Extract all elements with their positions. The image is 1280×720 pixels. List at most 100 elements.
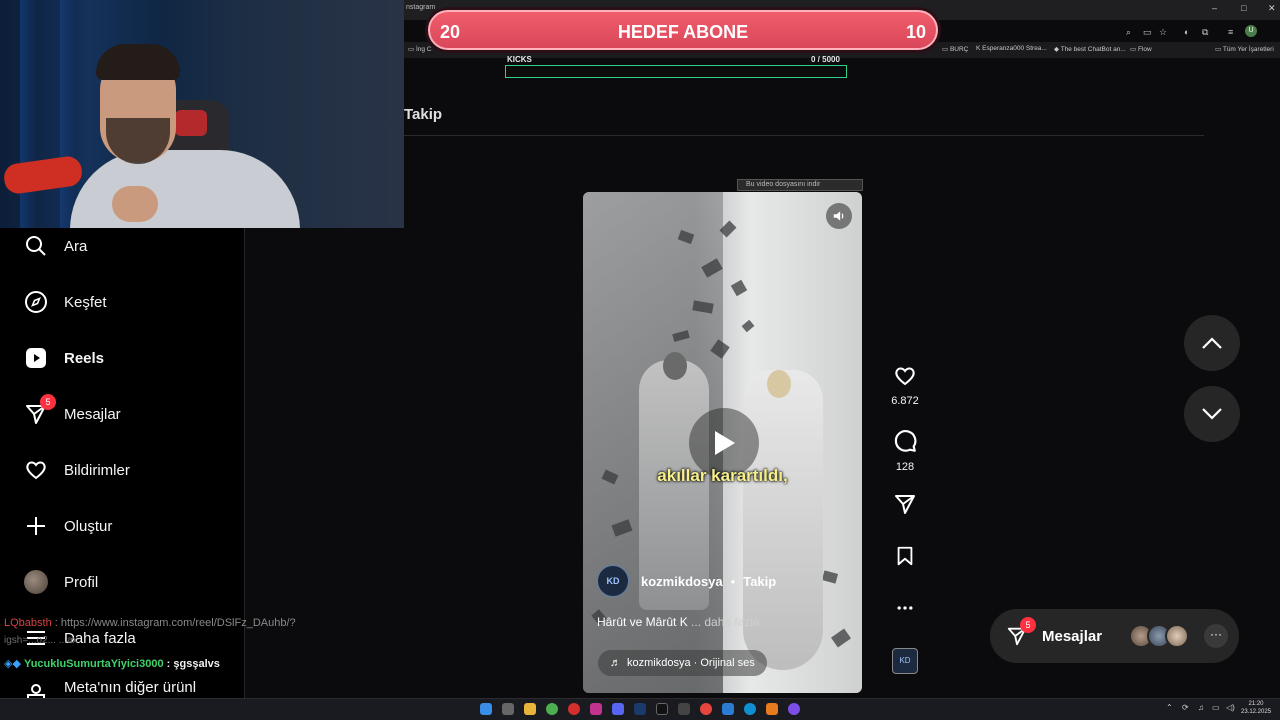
sidebar-item-notifications[interactable]: Bildirimler bbox=[22, 455, 130, 485]
chevron-up-icon[interactable]: ⌃ bbox=[1166, 703, 1173, 712]
sidebar-item-meta[interactable]: Meta'nın diğer ürünl bbox=[22, 679, 196, 699]
edge-icon[interactable] bbox=[744, 703, 756, 715]
discord-icon[interactable] bbox=[612, 703, 624, 715]
folder-icon[interactable] bbox=[524, 703, 536, 715]
bookmark-link[interactable]: ▭ Flow bbox=[1130, 45, 1152, 53]
more-options-icon[interactable] bbox=[888, 598, 922, 623]
more-link[interactable]: ... daha fazla bbox=[691, 615, 760, 629]
sidebar-item-profile[interactable]: Profil bbox=[22, 567, 98, 597]
messages-label: Mesajlar bbox=[1042, 627, 1103, 645]
bookmark-folder[interactable]: ▭ BURÇ bbox=[942, 45, 968, 53]
network-icon[interactable]: ▭ bbox=[1212, 703, 1220, 712]
chat-line: LQbabsth : https://www.instagram.com/ree… bbox=[4, 617, 296, 629]
follow-tab[interactable]: Takip bbox=[404, 106, 442, 123]
author-name[interactable]: kozmikdosya bbox=[641, 574, 723, 589]
bookmark-icon[interactable] bbox=[888, 544, 922, 573]
instagram-icon[interactable] bbox=[590, 703, 602, 715]
tiktok-icon[interactable] bbox=[656, 703, 668, 715]
bookmark-label: Flow bbox=[1137, 46, 1152, 53]
dock-avatars bbox=[1129, 624, 1189, 648]
app-icon[interactable] bbox=[678, 703, 690, 715]
sidebar-item-label: Profil bbox=[64, 573, 99, 591]
kicks-count: 0 / 5000 bbox=[811, 55, 840, 64]
heart-icon[interactable] bbox=[888, 364, 922, 393]
messenger-icon: 5 bbox=[22, 394, 56, 428]
share-icon[interactable] bbox=[888, 492, 922, 521]
messages-dock[interactable]: 5 Mesajlar ··· bbox=[990, 609, 1239, 663]
chat-line: ◈◆ YucukluSumurtaYiyici3000 : şgsşalvs bbox=[4, 658, 220, 670]
clock[interactable]: 21:20 23.12.2025 bbox=[1241, 700, 1271, 716]
plus-icon bbox=[22, 512, 50, 540]
obs-icon[interactable] bbox=[788, 703, 800, 715]
follow-button[interactable]: Takip bbox=[743, 574, 776, 589]
sidebar-item-explore[interactable]: Keşfet bbox=[22, 287, 107, 317]
chat-line-continuation: igsh=...o2... ...ax bbox=[4, 635, 78, 646]
sidebar-item-search[interactable]: Ara bbox=[22, 231, 87, 261]
sidebar-item-label: Mesajlar bbox=[64, 405, 121, 423]
volume-icon[interactable] bbox=[826, 203, 852, 229]
minimize-icon[interactable]: – bbox=[1212, 3, 1217, 13]
app-icon[interactable] bbox=[766, 703, 778, 715]
cast-icon[interactable]: ▭ bbox=[1143, 27, 1152, 38]
bookmark-label: Esperanza000 Strea... bbox=[982, 45, 1047, 52]
search-icon bbox=[22, 232, 50, 260]
like-action[interactable]: 6.872 bbox=[888, 364, 922, 407]
zoom-icon[interactable]: ⌕ bbox=[1126, 27, 1131, 38]
audio-pill[interactable]: ♬ kozmikdosya · Orijinal ses bbox=[598, 650, 767, 676]
audio-thumbnail[interactable]: KD bbox=[892, 648, 918, 674]
star-icon[interactable]: ☆ bbox=[1159, 27, 1167, 38]
app-icon[interactable] bbox=[546, 703, 558, 715]
sidebar-item-reels[interactable]: Reels bbox=[22, 343, 104, 373]
video-caption: akıllar karartıldı, bbox=[657, 466, 788, 485]
notification-badge: 5 bbox=[40, 394, 56, 410]
screen: nstagram – □ ✕ ⌕ ▭ ☆ ◐ ⧉ ≡ U ▭ İng C ▭ B… bbox=[0, 0, 1280, 720]
volume-icon[interactable]: ◁) bbox=[1226, 703, 1235, 712]
avatar bbox=[24, 570, 48, 594]
chat-message: : şgsşalvs bbox=[166, 658, 220, 670]
more-icon[interactable]: ··· bbox=[1204, 624, 1228, 648]
reels-icon bbox=[22, 344, 50, 372]
like-count: 6.872 bbox=[891, 395, 919, 407]
word-icon[interactable] bbox=[722, 703, 734, 715]
comment-icon[interactable] bbox=[888, 428, 922, 459]
music-note-icon: ♬ bbox=[610, 657, 621, 669]
notification-badge: 5 bbox=[1020, 617, 1036, 633]
bookmark-link[interactable]: ◆ The best ChatBot an... bbox=[1054, 45, 1126, 53]
extension-icon[interactable]: ◐ bbox=[1184, 27, 1189, 37]
start-icon[interactable] bbox=[480, 703, 492, 715]
reel-description[interactable]: Hârût ve Mârût K ... daha fazla bbox=[597, 615, 760, 629]
photoshop-icon[interactable] bbox=[634, 703, 646, 715]
download-video-bar[interactable]: Bu video dosyasını indir bbox=[737, 179, 863, 191]
chevron-down-icon[interactable] bbox=[1184, 386, 1240, 442]
bookmark-folder[interactable]: ▭ Tüm Yer İşaretleri bbox=[1215, 45, 1274, 53]
sidebar-item-label: Reels bbox=[64, 349, 105, 367]
sidebar-item-label: Ara bbox=[64, 237, 88, 255]
opera-icon[interactable] bbox=[568, 703, 580, 715]
sidebar-item-messages[interactable]: 5 Mesajlar bbox=[22, 394, 121, 429]
sidebar-item-label: Meta'nın diğer ürünl bbox=[64, 679, 197, 696]
bookmark-folder[interactable]: ▭ İng C bbox=[408, 45, 432, 53]
comment-action[interactable]: 128 bbox=[888, 428, 922, 473]
clock-time: 21:20 bbox=[1248, 701, 1264, 707]
refresh-icon[interactable]: ⟳ bbox=[1182, 703, 1189, 712]
maximize-icon[interactable]: □ bbox=[1241, 3, 1246, 13]
avatar[interactable]: KD bbox=[597, 565, 629, 597]
taskview-icon[interactable] bbox=[502, 703, 514, 715]
sidepanel-icon[interactable]: ≡ bbox=[1228, 27, 1233, 37]
chrome-icon[interactable] bbox=[700, 703, 712, 715]
close-icon[interactable]: ✕ bbox=[1268, 3, 1276, 14]
separator-dot: • bbox=[730, 573, 736, 589]
profile-avatar[interactable]: U bbox=[1245, 25, 1257, 37]
sidebar-item-label: Bildirimler bbox=[64, 461, 130, 479]
mic-icon[interactable]: ♫ bbox=[1198, 703, 1204, 712]
webcam-overlay bbox=[0, 0, 404, 228]
chevron-up-icon[interactable] bbox=[1184, 315, 1240, 371]
bookmark-link[interactable]: K Esperanza000 Strea... bbox=[976, 45, 1047, 52]
sidebar-item-create[interactable]: Oluştur bbox=[22, 511, 112, 541]
profile-icon-wrap bbox=[22, 568, 50, 596]
avatar bbox=[1165, 624, 1189, 648]
browser-tab-title[interactable]: nstagram bbox=[406, 4, 435, 11]
bookmark-label: BURÇ bbox=[949, 46, 969, 53]
puzzle-icon[interactable]: ⧉ bbox=[1202, 27, 1208, 38]
messenger-icon: 5 bbox=[1004, 617, 1036, 649]
